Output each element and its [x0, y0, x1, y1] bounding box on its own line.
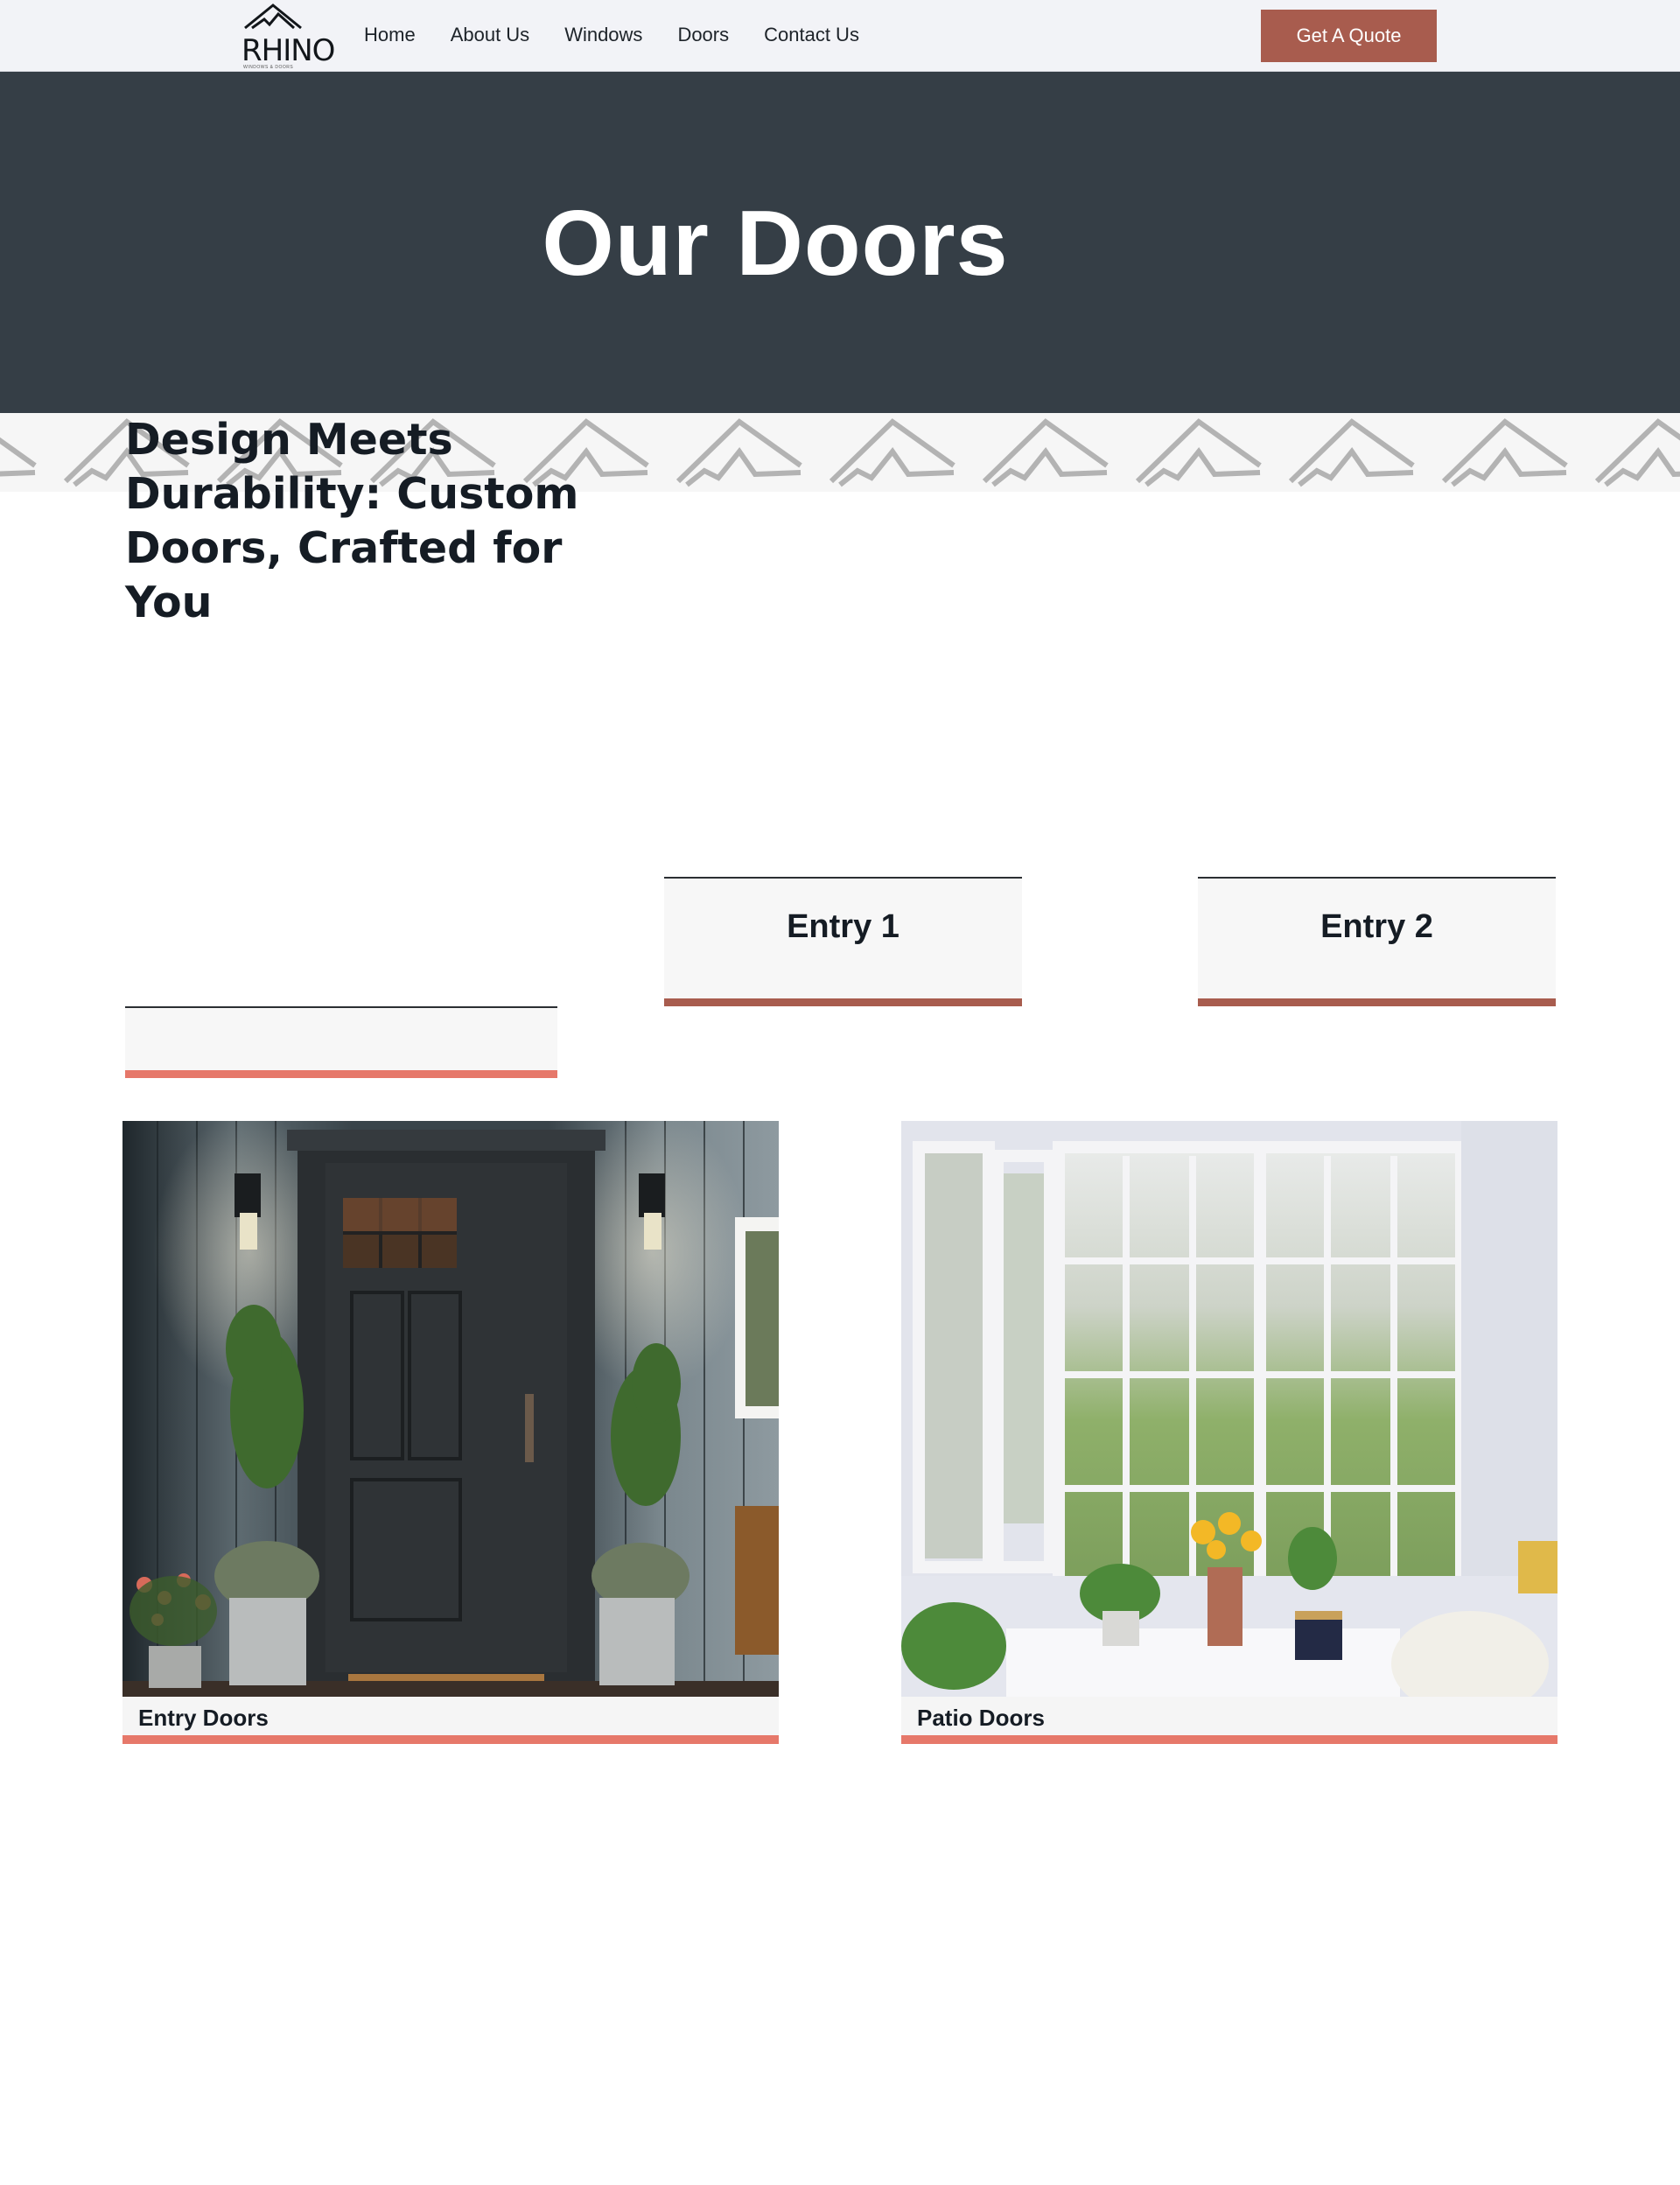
entry-doors-label: Entry Doors	[138, 1705, 269, 1731]
nav-item-doors[interactable]: Doors	[677, 24, 729, 46]
entry-2-card[interactable]: Entry 2	[1198, 877, 1556, 1006]
patio-doors-card[interactable]: Patio Doors	[901, 1121, 1558, 1744]
site-header: RHINO WINDOWS & DOORS Home About Us Wind…	[0, 0, 1680, 72]
caption-accent-bar	[901, 1735, 1558, 1744]
section-heading: Design Meets Durability: Custom Doors, C…	[125, 415, 579, 627]
page-title: Our Doors	[542, 192, 1009, 295]
nav-item-home[interactable]: Home	[364, 24, 416, 46]
entry-doors-card[interactable]: Entry Doors	[122, 1121, 779, 1744]
card-accent-bar	[125, 1070, 557, 1078]
get-a-quote-button[interactable]: Get A Quote	[1261, 10, 1437, 62]
empty-card	[125, 1006, 557, 1078]
caption-accent-bar	[122, 1735, 779, 1744]
logo-subtext: WINDOWS & DOORS	[243, 65, 294, 70]
entry-1-title: Entry 1	[787, 908, 900, 945]
entry-door-image	[122, 1121, 779, 1697]
patio-door-image	[901, 1121, 1558, 1697]
nav-item-windows[interactable]: Windows	[564, 24, 642, 46]
rhino-mountain-logo-icon	[244, 4, 302, 30]
entry-doors-caption: Entry Doors	[122, 1697, 779, 1735]
card-accent-bar	[664, 998, 1022, 1006]
rhino-logo[interactable]: RHINO WINDOWS & DOORS	[240, 2, 335, 70]
logo-text: RHINO	[242, 33, 335, 68]
entry-2-title: Entry 2	[1320, 908, 1433, 945]
patio-doors-caption: Patio Doors	[901, 1697, 1558, 1735]
entry-1-card[interactable]: Entry 1	[664, 877, 1022, 1006]
main-nav: Home About Us Windows Doors Contact Us	[364, 24, 894, 46]
nav-item-about-us[interactable]: About Us	[451, 24, 530, 46]
card-accent-bar	[1198, 998, 1556, 1006]
patio-doors-label: Patio Doors	[917, 1705, 1045, 1731]
nav-item-contact-us[interactable]: Contact Us	[764, 24, 859, 46]
hero-banner: Our Doors	[0, 72, 1680, 413]
